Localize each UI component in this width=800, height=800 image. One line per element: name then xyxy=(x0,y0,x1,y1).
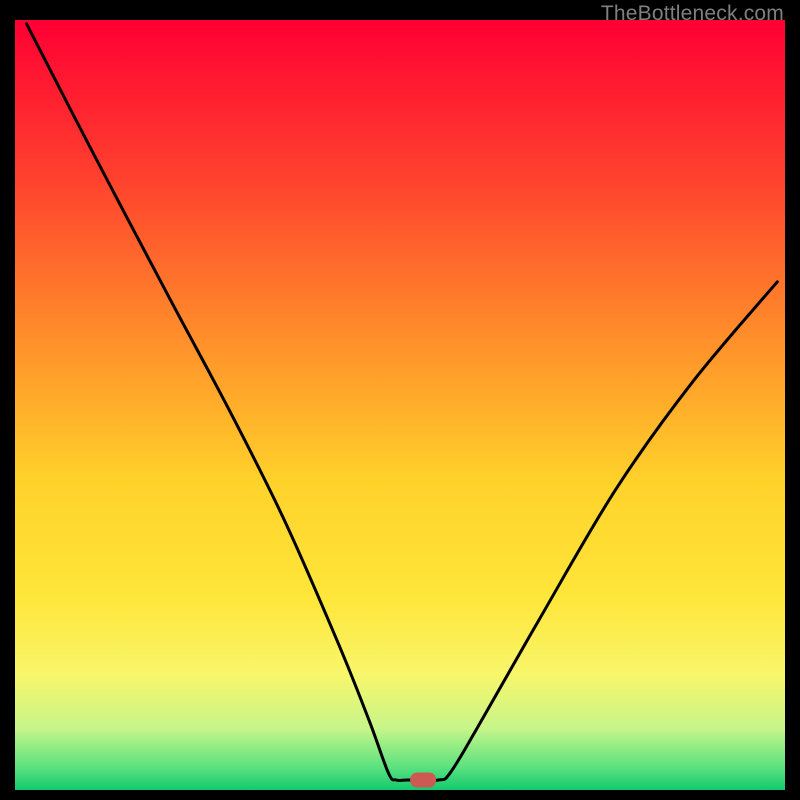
bottleneck-chart xyxy=(15,20,785,790)
chart-frame xyxy=(15,20,785,790)
gradient-background xyxy=(15,20,785,790)
optimal-marker xyxy=(410,772,436,787)
